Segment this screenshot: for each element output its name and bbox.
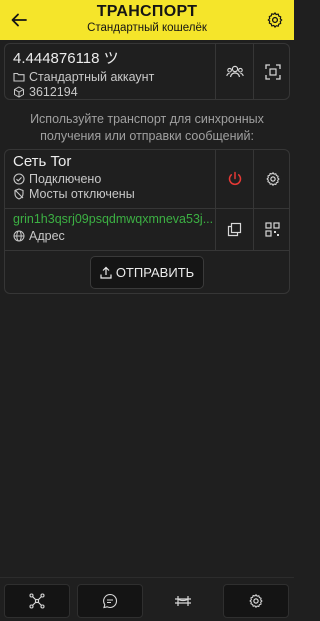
gear-icon	[265, 172, 280, 186]
qr-code-icon	[265, 222, 280, 237]
tab-settings[interactable]	[223, 584, 289, 618]
arrow-left-icon	[11, 13, 27, 27]
network-icon	[29, 593, 45, 609]
tor-title: Сеть Tor	[13, 153, 72, 170]
tor-info: Сеть Tor Подключено Мосты отключены	[5, 150, 213, 208]
copy-address-button[interactable]	[215, 209, 253, 250]
bottom-navigation	[0, 577, 294, 621]
page-title: ТРАНСПОРТ	[96, 3, 198, 20]
send-button-label: ОТПРАВИТЬ	[115, 265, 195, 280]
page-subtitle: Стандартный кошелёк	[87, 22, 207, 34]
back-button[interactable]	[6, 7, 32, 33]
address-label-row: Адрес	[13, 229, 213, 243]
wallet-card: 4.444876118 ツ Стандартный аккаунт 361219…	[4, 43, 290, 100]
tab-messages[interactable]	[77, 584, 143, 618]
tor-status-row: Подключено	[13, 172, 213, 186]
address-label: Адрес	[29, 229, 65, 243]
accounts-button[interactable]	[215, 44, 253, 99]
tor-settings-button[interactable]	[253, 150, 291, 208]
check-circle-icon	[13, 173, 25, 185]
tor-power-button[interactable]	[215, 150, 253, 208]
wallet-height: 3612194	[29, 85, 78, 99]
tab-transport[interactable]	[150, 584, 216, 618]
wallet-info: 4.444876118 ツ Стандартный аккаунт 361219…	[5, 44, 213, 99]
address-value[interactable]: grin1h3qsrj09psqdmwqxmneva53j...	[13, 212, 218, 226]
folder-icon	[13, 72, 25, 82]
wallet-account-row: Стандартный аккаунт	[13, 70, 213, 84]
app-header: ТРАНСПОРТ Стандартный кошелёк	[0, 0, 294, 40]
gear-icon	[249, 594, 263, 608]
wallet-height-row: 3612194	[13, 85, 213, 99]
address-divider	[5, 250, 289, 251]
transport-info-text: Используйте транспорт для синхронных пол…	[30, 112, 264, 143]
bridge-icon	[175, 596, 191, 606]
cube-icon	[14, 86, 24, 98]
tor-status: Подключено	[29, 172, 102, 186]
wallet-account: Стандартный аккаунт	[29, 70, 155, 84]
gear-icon	[267, 12, 283, 28]
power-icon	[228, 171, 241, 186]
shield-off-icon	[14, 188, 24, 200]
chat-icon	[103, 593, 118, 609]
tab-network[interactable]	[4, 584, 70, 618]
address-info: grin1h3qsrj09psqdmwqxmneva53j... Адрес	[5, 209, 213, 250]
scan-icon	[264, 63, 281, 80]
scan-button[interactable]	[253, 44, 291, 99]
tor-bridges: Мосты отключены	[29, 187, 135, 201]
copy-icon	[227, 222, 242, 237]
globe-icon	[13, 230, 25, 242]
header-settings-button[interactable]	[262, 7, 288, 33]
send-button[interactable]: ОТПРАВИТЬ	[90, 256, 204, 289]
tor-bridges-row: Мосты отключены	[13, 187, 213, 201]
wallet-balance: 4.444876118 ツ	[13, 50, 119, 67]
users-icon	[225, 65, 244, 77]
upload-icon	[100, 266, 112, 279]
qr-code-button[interactable]	[253, 209, 291, 250]
